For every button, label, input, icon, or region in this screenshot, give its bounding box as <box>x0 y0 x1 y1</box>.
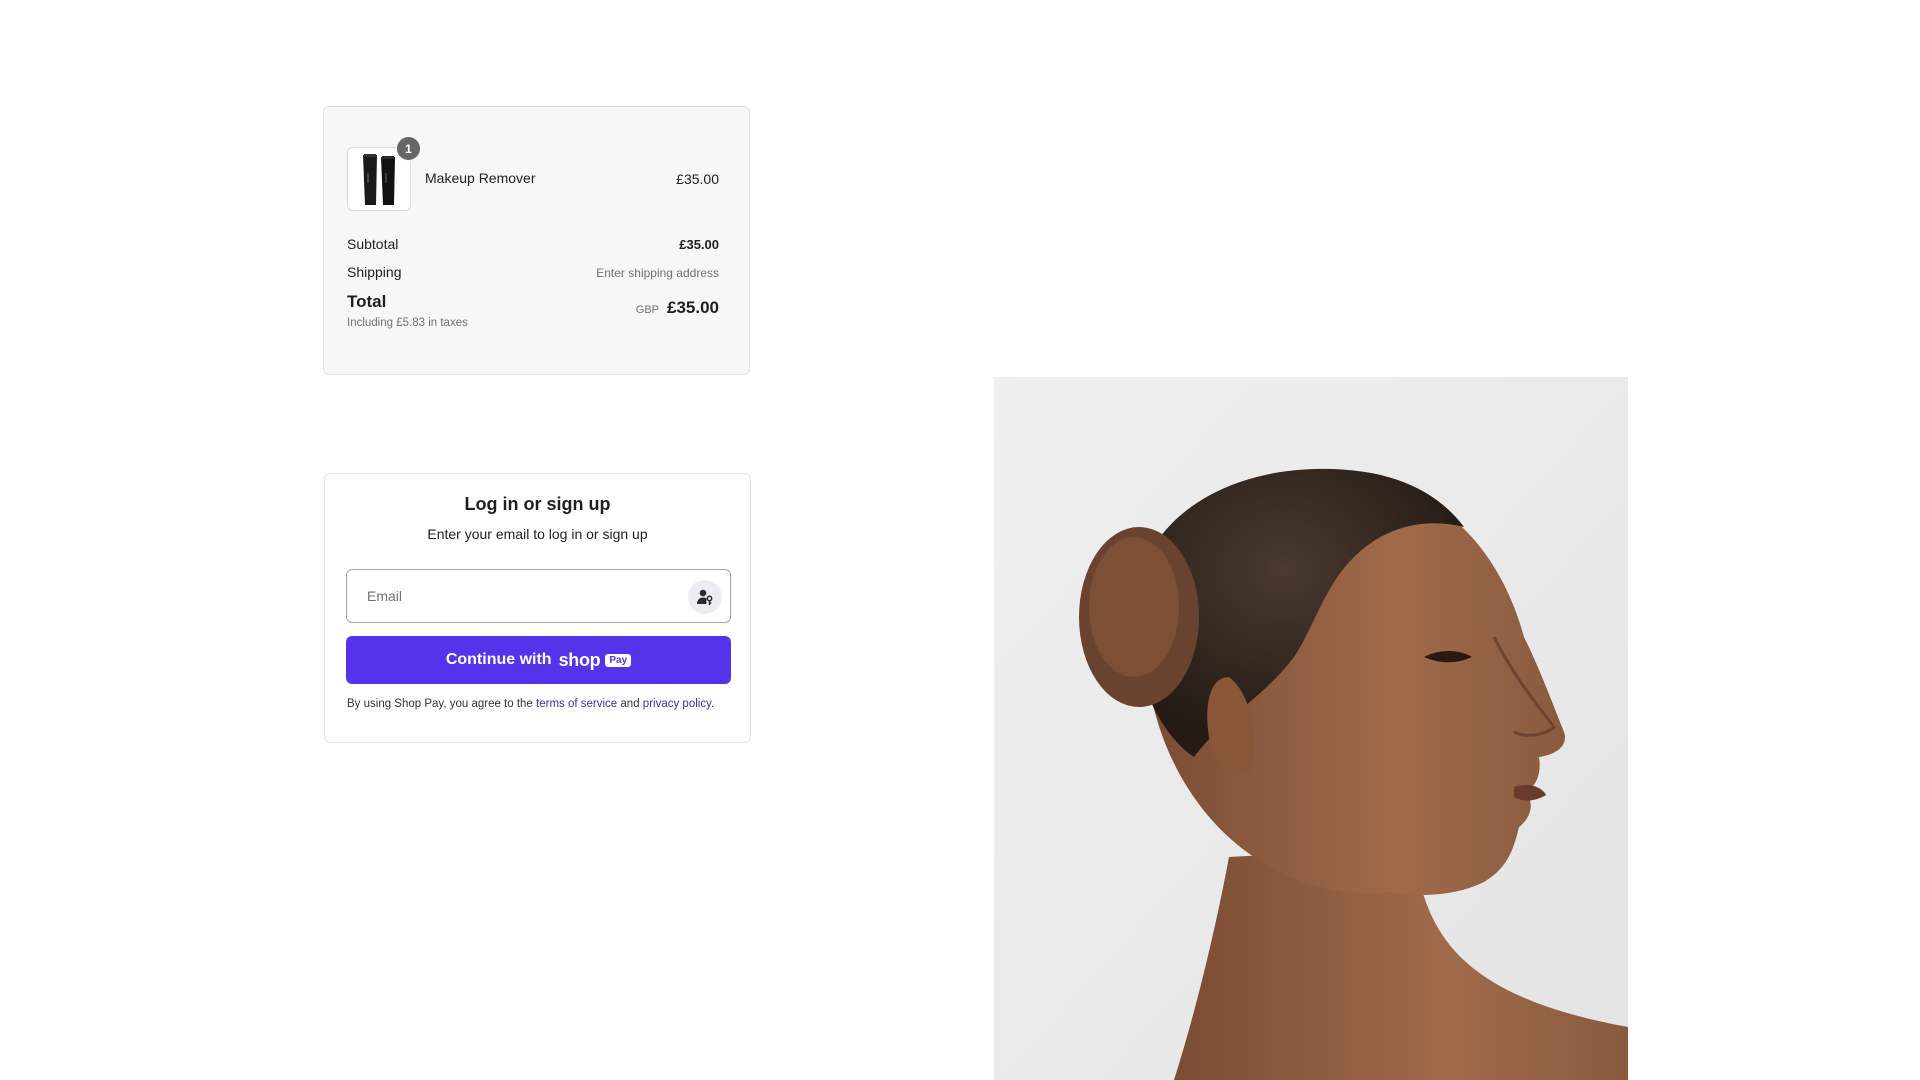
legal-and: and <box>620 698 640 710</box>
subtotal-row: Subtotal £35.00 <box>347 236 719 252</box>
total-amount-group: GBP £35.00 <box>636 298 719 318</box>
terms-of-service-link[interactable]: terms of service <box>536 698 617 710</box>
model-portrait-image <box>994 377 1628 1080</box>
shop-logo-text: shop <box>558 649 601 670</box>
total-row: Total Including £5.83 in taxes GBP £35.0… <box>347 292 719 332</box>
line-item: 1 Makeup Remover £35.00 <box>347 136 719 212</box>
login-subtitle: Enter your email to log in or sign up <box>427 526 648 542</box>
continue-with-shop-pay-button[interactable]: Continue with shop Pay <box>346 636 731 684</box>
login-card: Log in or sign up Enter your email to lo… <box>324 473 751 743</box>
shipping-row: Shipping Enter shipping address <box>347 264 719 280</box>
legal-suffix: . <box>710 698 715 710</box>
privacy-policy-link[interactable]: privacy policy <box>643 698 711 710</box>
makeup-remover-tubes-icon <box>363 154 395 205</box>
pay-badge: Pay <box>605 653 632 667</box>
person-with-key-icon[interactable] <box>688 580 722 614</box>
total-value: £35.00 <box>667 298 719 317</box>
shipping-value: Enter shipping address <box>596 266 719 280</box>
product-thumbnail: 1 <box>347 136 421 211</box>
legal-prefix: By using Shop Pay, you agree to the <box>347 698 533 710</box>
product-name: Makeup Remover <box>425 170 536 186</box>
tax-note: Including £5.83 in taxes <box>347 317 468 329</box>
total-label: Total <box>347 292 387 311</box>
subtotal-label: Subtotal <box>347 236 399 252</box>
shipping-label: Shipping <box>347 264 402 280</box>
currency-code: GBP <box>635 304 659 316</box>
email-input[interactable] <box>347 570 677 622</box>
login-title: Log in or sign up <box>464 494 611 514</box>
woman-profile-illustration <box>994 377 1628 1080</box>
email-field[interactable] <box>346 569 731 623</box>
quantity-badge: 1 <box>396 136 421 161</box>
legal-notice: By using Shop Pay, you agree to the term… <box>347 698 714 710</box>
order-summary-card: 1 Makeup Remover £35.00 Subtotal £35.00 … <box>323 106 750 375</box>
product-price: £35.00 <box>676 171 719 187</box>
subtotal-value: £35.00 <box>679 237 719 252</box>
continue-label: Continue with <box>445 651 552 668</box>
